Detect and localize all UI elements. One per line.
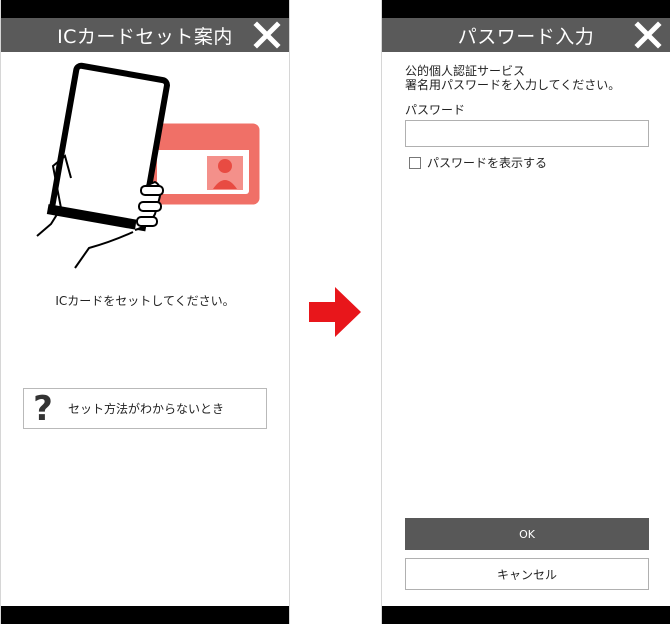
status-bar <box>1 0 289 18</box>
setup-help-label: セット方法がわからないとき <box>68 402 225 416</box>
navigation-bar <box>1 606 289 624</box>
question-mark-icon: ? <box>33 388 53 429</box>
password-input[interactable] <box>405 120 649 147</box>
right-arrow-icon <box>309 287 361 337</box>
title-bar: ICカードセット案内 <box>1 18 289 52</box>
show-password-label: パスワードを表示する <box>427 156 548 170</box>
close-icon[interactable] <box>253 21 281 49</box>
cancel-button[interactable]: キャンセル <box>405 558 649 590</box>
setup-help-button[interactable]: ? セット方法がわからないとき <box>23 388 267 429</box>
password-entry-screen: パスワード入力 公的個人認証サービス 署名用パスワードを入力してください。 パス… <box>381 0 670 624</box>
checkbox-box[interactable] <box>409 156 421 169</box>
screen-title: ICカードセット案内 <box>57 25 233 48</box>
navigation-bar <box>382 606 670 624</box>
phone-on-ic-card-illustration <box>36 62 260 269</box>
status-bar <box>382 0 670 18</box>
show-password-checkbox[interactable]: パスワードを表示する <box>409 154 547 171</box>
description-line-2: 署名用パスワードを入力してください。 <box>405 78 621 92</box>
description-line-1: 公的個人認証サービス <box>405 64 526 78</box>
close-icon[interactable] <box>634 21 662 49</box>
service-description: 公的個人認証サービス 署名用パスワードを入力してください。 <box>405 64 620 92</box>
password-label: パスワード <box>405 103 466 117</box>
set-card-instruction: ICカードをセットしてください。 <box>55 294 235 308</box>
screen-title: パスワード入力 <box>457 25 595 48</box>
ok-button[interactable]: OK <box>405 518 649 550</box>
ic-card-guide-screen: ICカードセット案内 ICカードをセットしてください。 ? セット方法がわからな… <box>0 0 290 624</box>
title-bar: パスワード入力 <box>382 18 670 52</box>
